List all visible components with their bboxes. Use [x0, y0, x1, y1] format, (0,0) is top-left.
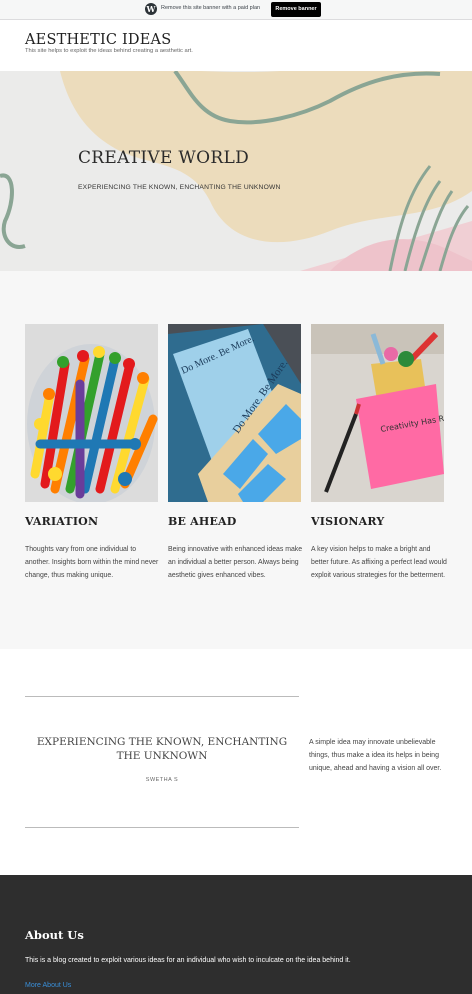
- banner-text: Remove this site banner with a paid plan: [161, 5, 261, 11]
- hero-subtitle: EXPERIENCING THE KNOWN, ENCHANTING THE U…: [78, 184, 281, 191]
- quote-divider-top: [25, 696, 299, 697]
- sticky-note-pen-holder-photo: Creativity Has Rule: [311, 324, 444, 502]
- site-title[interactable]: AESTHETIC IDEAS: [25, 32, 171, 48]
- feature-title-visionary: VISIONARY: [311, 515, 385, 528]
- feature-text-visionary: A key vision helps to make a bright and …: [311, 546, 447, 579]
- feature-title-be-ahead: BE AHEAD: [168, 515, 237, 528]
- feature-text-variation: Thoughts vary from one individual to ano…: [25, 546, 159, 579]
- site-tagline: This site helps to exploit the ideas beh…: [25, 48, 193, 54]
- side-text: A simple idea may innovate unbelievable …: [309, 739, 442, 772]
- quote-text: EXPERIENCING THE KNOWN, ENCHANTING THE U…: [36, 736, 288, 762]
- footer-text: This is a blog created to exploit variou…: [25, 957, 351, 964]
- more-about-us-link[interactable]: More About Us: [25, 982, 71, 989]
- quote-divider-bottom: [25, 827, 299, 828]
- site-banner: W Remove this site banner with a paid pl…: [0, 0, 472, 20]
- quote-author: SWETHA S: [145, 777, 179, 783]
- do-more-be-more-notebooks-photo: Do More. Be More. Do More. Be More.: [168, 324, 301, 502]
- feature-title-variation: VARIATION: [25, 515, 99, 528]
- hero-abstract-art: [0, 71, 472, 271]
- hero-banner: CREATIVE WORLD EXPERIENCING THE KNOWN, E…: [0, 71, 472, 271]
- footer-title: About Us: [25, 928, 84, 942]
- colored-markers-photo: [25, 324, 158, 502]
- wordpress-logo-icon: W: [145, 3, 157, 15]
- remove-banner-button[interactable]: Remove banner: [271, 2, 321, 17]
- feature-text-be-ahead: Being innovative with enhanced ideas mak…: [168, 546, 303, 579]
- hero-title: CREATIVE WORLD: [78, 148, 250, 168]
